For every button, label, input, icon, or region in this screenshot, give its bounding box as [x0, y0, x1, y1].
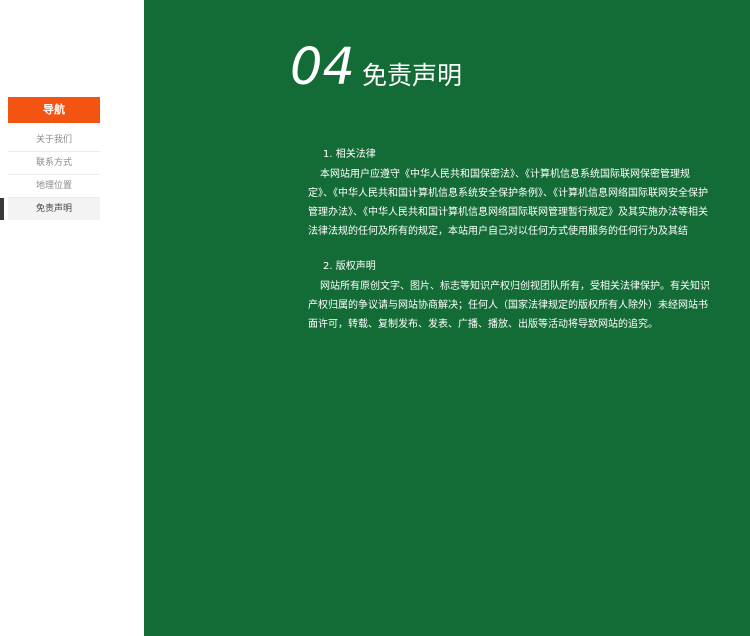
page-number: 04 [290, 38, 355, 97]
main-content: 04 免责声明 1. 相关法律 本网站用户应遵守《中华人民共和国保密法》、《计算… [144, 0, 750, 636]
section-copyright: 2. 版权声明 网站所有原创文字、图片、标志等知识产权归创视团队所有，受相关法律… [308, 257, 712, 334]
section-title: 1. 相关法律 [323, 149, 376, 160]
nav-header: 导航 [8, 97, 100, 123]
page-title: 免责声明 [362, 61, 463, 90]
sidebar-item-location[interactable]: 地理位置 [8, 175, 100, 198]
page-heading: 04 免责声明 [290, 42, 462, 93]
section-body: 网站所有原创文字、图片、标志等知识产权归创视团队所有，受相关法律保护。有关知识产… [308, 281, 710, 330]
sidebar-nav: 关于我们 联系方式 地理位置 免责声明 [0, 129, 100, 220]
sidebar-item-about[interactable]: 关于我们 [8, 129, 100, 152]
sidebar: 导航 关于我们 联系方式 地理位置 免责声明 [0, 0, 144, 636]
section-title: 2. 版权声明 [323, 261, 376, 272]
sidebar-item-contact[interactable]: 联系方式 [8, 152, 100, 175]
section-legal: 1. 相关法律 本网站用户应遵守《中华人民共和国保密法》、《计算机信息系统国际联… [308, 145, 712, 241]
sidebar-item-disclaimer[interactable]: 免责声明 [0, 198, 100, 220]
disclaimer-article: 1. 相关法律 本网站用户应遵守《中华人民共和国保密法》、《计算机信息系统国际联… [308, 145, 712, 350]
section-body: 本网站用户应遵守《中华人民共和国保密法》、《计算机信息系统国际联网保密管理规定》… [308, 169, 708, 237]
